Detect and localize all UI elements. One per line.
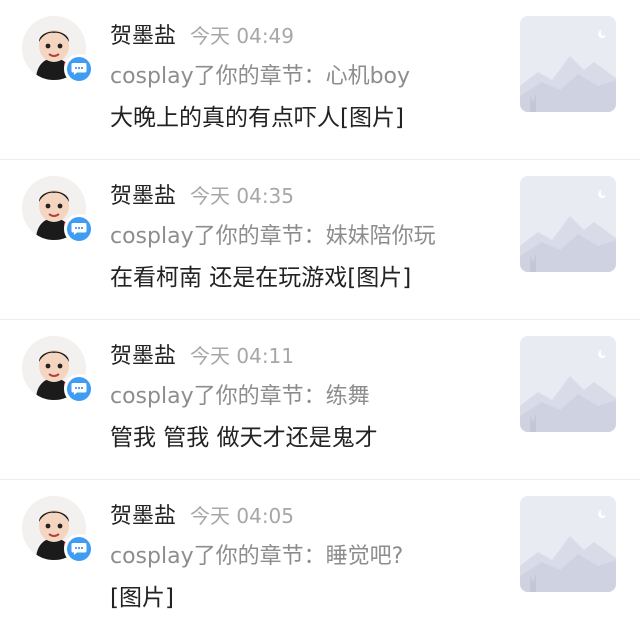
chat-bubble-icon <box>71 223 87 235</box>
timestamp: 今天 04:35 <box>190 184 295 208</box>
comment-text: [图片] <box>110 585 174 611</box>
timestamp: 今天 04:11 <box>190 344 295 368</box>
comment-item[interactable]: 贺墨盐 今天 04:05 cosplay了你的章节：睡觉吧? [图片] <box>0 480 640 624</box>
user-name[interactable]: 贺墨盐 <box>110 178 176 210</box>
timestamp: 今天 04:05 <box>190 504 295 528</box>
user-name[interactable]: 贺墨盐 <box>110 498 176 530</box>
user-name[interactable]: 贺墨盐 <box>110 338 176 370</box>
comment-list: 贺墨盐 今天 04:49 cosplay了你的章节：心机boy 大晚上的真的有点… <box>0 0 640 624</box>
comment-text: 管我 管我 做天才还是鬼才 <box>110 425 378 451</box>
comment-item[interactable]: 贺墨盐 今天 04:35 cosplay了你的章节：妹妹陪你玩 在看柯南 还是在… <box>0 160 640 320</box>
comment-item[interactable]: 贺墨盐 今天 04:49 cosplay了你的章节：心机boy 大晚上的真的有点… <box>0 0 640 160</box>
chat-bubble-icon <box>71 543 87 555</box>
chapter-thumbnail[interactable] <box>520 16 616 112</box>
name-row: 贺墨盐 今天 04:05 <box>110 498 294 530</box>
chapter-line[interactable]: cosplay了你的章节：妹妹陪你玩 <box>110 218 436 250</box>
message-badge <box>64 374 94 404</box>
image-placeholder-icon <box>520 336 616 432</box>
chapter-line[interactable]: cosplay了你的章节：心机boy <box>110 58 410 90</box>
image-placeholder-icon <box>520 496 616 592</box>
image-placeholder-icon <box>520 176 616 272</box>
chapter-thumbnail[interactable] <box>520 336 616 432</box>
chat-bubble-icon <box>71 383 87 395</box>
chapter-line[interactable]: cosplay了你的章节：练舞 <box>110 378 370 410</box>
message-badge <box>64 214 94 244</box>
image-placeholder-icon <box>520 16 616 112</box>
user-name[interactable]: 贺墨盐 <box>110 18 176 50</box>
chat-bubble-icon <box>71 63 87 75</box>
name-row: 贺墨盐 今天 04:49 <box>110 18 294 50</box>
name-row: 贺墨盐 今天 04:11 <box>110 338 294 370</box>
avatar-wrap[interactable] <box>22 496 94 564</box>
avatar-wrap[interactable] <box>22 176 94 244</box>
comment-text: 在看柯南 还是在玩游戏[图片] <box>110 265 412 291</box>
chapter-line[interactable]: cosplay了你的章节：睡觉吧? <box>110 538 403 570</box>
comment-text: 大晚上的真的有点吓人[图片] <box>110 105 404 131</box>
comment-item[interactable]: 贺墨盐 今天 04:11 cosplay了你的章节：练舞 管我 管我 做天才还是… <box>0 320 640 480</box>
chapter-thumbnail[interactable] <box>520 496 616 592</box>
message-badge <box>64 534 94 564</box>
chapter-thumbnail[interactable] <box>520 176 616 272</box>
avatar-wrap[interactable] <box>22 336 94 404</box>
avatar-wrap[interactable] <box>22 16 94 84</box>
name-row: 贺墨盐 今天 04:35 <box>110 178 294 210</box>
message-badge <box>64 54 94 84</box>
timestamp: 今天 04:49 <box>190 24 295 48</box>
